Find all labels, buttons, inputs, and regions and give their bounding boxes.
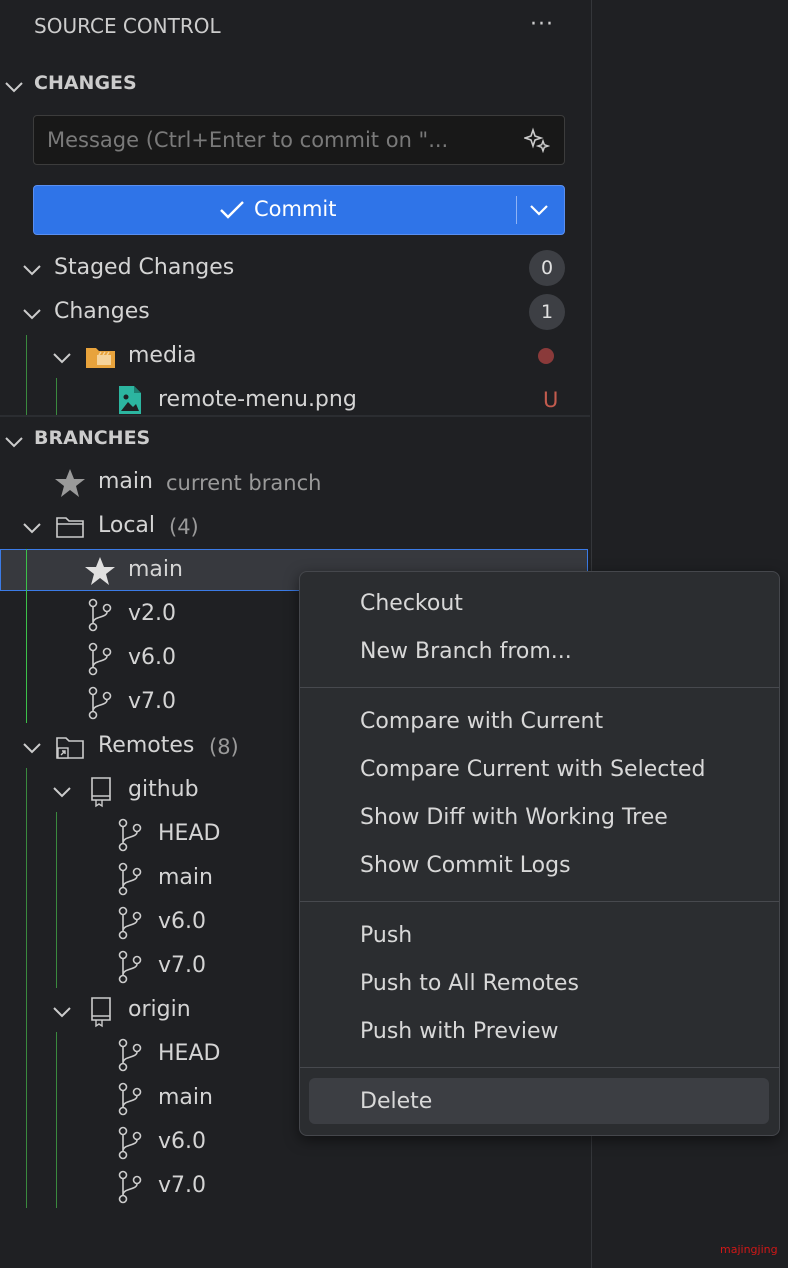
tree-indent-guide	[26, 335, 27, 415]
commit-button-separator	[516, 196, 517, 224]
menu-item-push-to-all-remotes[interactable]: Push to All Remotes	[360, 971, 579, 996]
menu-item-push[interactable]: Push	[360, 923, 412, 948]
tree-indent-guide	[26, 768, 27, 1208]
chevron-down-icon[interactable]	[50, 345, 74, 369]
tree-indent-guide	[56, 812, 57, 988]
git-branch-icon	[86, 686, 114, 724]
commit-message-placeholder: Message (Ctrl+Enter to commit on "...	[47, 128, 449, 152]
commit-message-input[interactable]: Message (Ctrl+Enter to commit on "...	[33, 115, 565, 165]
chevron-down-icon[interactable]	[20, 735, 44, 759]
staged-changes-label[interactable]: Staged Changes	[54, 255, 234, 280]
chevron-down-icon[interactable]	[50, 999, 74, 1023]
chevron-down-icon[interactable]	[20, 301, 44, 325]
folder-status-dot	[538, 348, 554, 364]
git-branch-icon	[116, 906, 144, 944]
folder-name[interactable]: media	[128, 343, 197, 368]
chevron-down-icon[interactable]	[20, 515, 44, 539]
remote-branch-item[interactable]: v6.0	[158, 1129, 206, 1154]
commit-button[interactable]: Commit	[33, 185, 565, 235]
git-branch-icon	[116, 950, 144, 988]
changes-section-header[interactable]: CHANGES	[34, 72, 137, 94]
remote-branch-item[interactable]: v7.0	[158, 953, 206, 978]
remote-branch-item[interactable]: main	[158, 1085, 213, 1110]
git-branch-icon	[116, 1038, 144, 1076]
sparkle-icon[interactable]	[522, 127, 551, 154]
watermark-text: majingjing	[720, 1243, 778, 1256]
local-branches-label[interactable]: Local	[98, 513, 155, 538]
image-file-icon	[118, 385, 142, 419]
local-branch-item[interactable]: v6.0	[128, 645, 176, 670]
local-branch-item[interactable]: v7.0	[128, 689, 176, 714]
changes-count-badge: 1	[529, 294, 565, 330]
chevron-down-icon[interactable]	[50, 779, 74, 803]
folder-icon	[55, 514, 85, 544]
untracked-status-label: U	[543, 388, 559, 412]
current-branch-name[interactable]: main	[98, 469, 153, 494]
chevron-down-icon[interactable]	[2, 74, 26, 98]
checkmark-icon	[218, 198, 246, 226]
chevron-down-icon[interactable]	[2, 429, 26, 453]
star-icon	[84, 555, 116, 591]
menu-separator	[300, 901, 779, 902]
remote-branch-item[interactable]: HEAD	[158, 1041, 220, 1066]
repo-icon	[88, 776, 114, 812]
menu-item-new-branch-from[interactable]: New Branch from...	[360, 639, 572, 664]
remote-name[interactable]: origin	[128, 997, 191, 1022]
chevron-down-icon[interactable]	[20, 257, 44, 281]
commit-dropdown-chevron-icon[interactable]	[527, 198, 551, 226]
folder-media-icon	[85, 344, 117, 374]
remote-branch-item[interactable]: main	[158, 865, 213, 890]
remote-branch-item[interactable]: v6.0	[158, 909, 206, 934]
remote-folder-icon	[55, 734, 85, 766]
remote-name[interactable]: github	[128, 777, 199, 802]
remote-branch-item[interactable]: HEAD	[158, 821, 220, 846]
menu-item-compare-with-current[interactable]: Compare with Current	[360, 709, 603, 734]
menu-item-show-diff-with-working-tree[interactable]: Show Diff with Working Tree	[360, 805, 668, 830]
remotes-label[interactable]: Remotes	[98, 733, 194, 758]
menu-item-show-commit-logs[interactable]: Show Commit Logs	[360, 853, 571, 878]
local-branches-count: (4)	[169, 515, 199, 539]
tree-indent-guide	[56, 1032, 57, 1208]
panel-title: SOURCE CONTROL	[34, 14, 221, 38]
local-branch-item[interactable]: main	[128, 557, 183, 582]
git-branch-icon	[116, 1082, 144, 1120]
tree-indent-guide	[56, 378, 57, 415]
menu-item-push-with-preview[interactable]: Push with Preview	[360, 1019, 559, 1044]
star-icon	[54, 467, 86, 503]
section-divider	[0, 415, 590, 417]
branches-section-header[interactable]: BRANCHES	[34, 427, 150, 449]
menu-item-checkout[interactable]: Checkout	[360, 591, 463, 616]
git-branch-icon	[86, 598, 114, 636]
repo-icon	[88, 996, 114, 1032]
menu-item-delete[interactable]: Delete	[360, 1089, 432, 1114]
commit-button-label: Commit	[254, 197, 337, 221]
branch-context-menu: Checkout New Branch from... Compare with…	[299, 571, 780, 1136]
changed-file-name[interactable]: remote-menu.png	[158, 387, 357, 412]
staged-changes-count-badge: 0	[529, 250, 565, 286]
git-branch-icon	[116, 1170, 144, 1208]
git-branch-icon	[86, 642, 114, 680]
current-branch-note: current branch	[166, 471, 322, 495]
remotes-count: (8)	[209, 735, 239, 759]
git-branch-icon	[116, 862, 144, 900]
menu-separator	[300, 687, 779, 688]
more-actions-icon[interactable]: ···	[530, 12, 554, 37]
menu-item-compare-current-with-selected[interactable]: Compare Current with Selected	[360, 757, 705, 782]
git-branch-icon	[116, 1126, 144, 1164]
tree-indent-guide	[26, 549, 27, 723]
remote-branch-item[interactable]: v7.0	[158, 1173, 206, 1198]
local-branch-item[interactable]: v2.0	[128, 601, 176, 626]
menu-separator	[300, 1067, 779, 1068]
git-branch-icon	[116, 818, 144, 856]
changes-group-label[interactable]: Changes	[54, 299, 150, 324]
